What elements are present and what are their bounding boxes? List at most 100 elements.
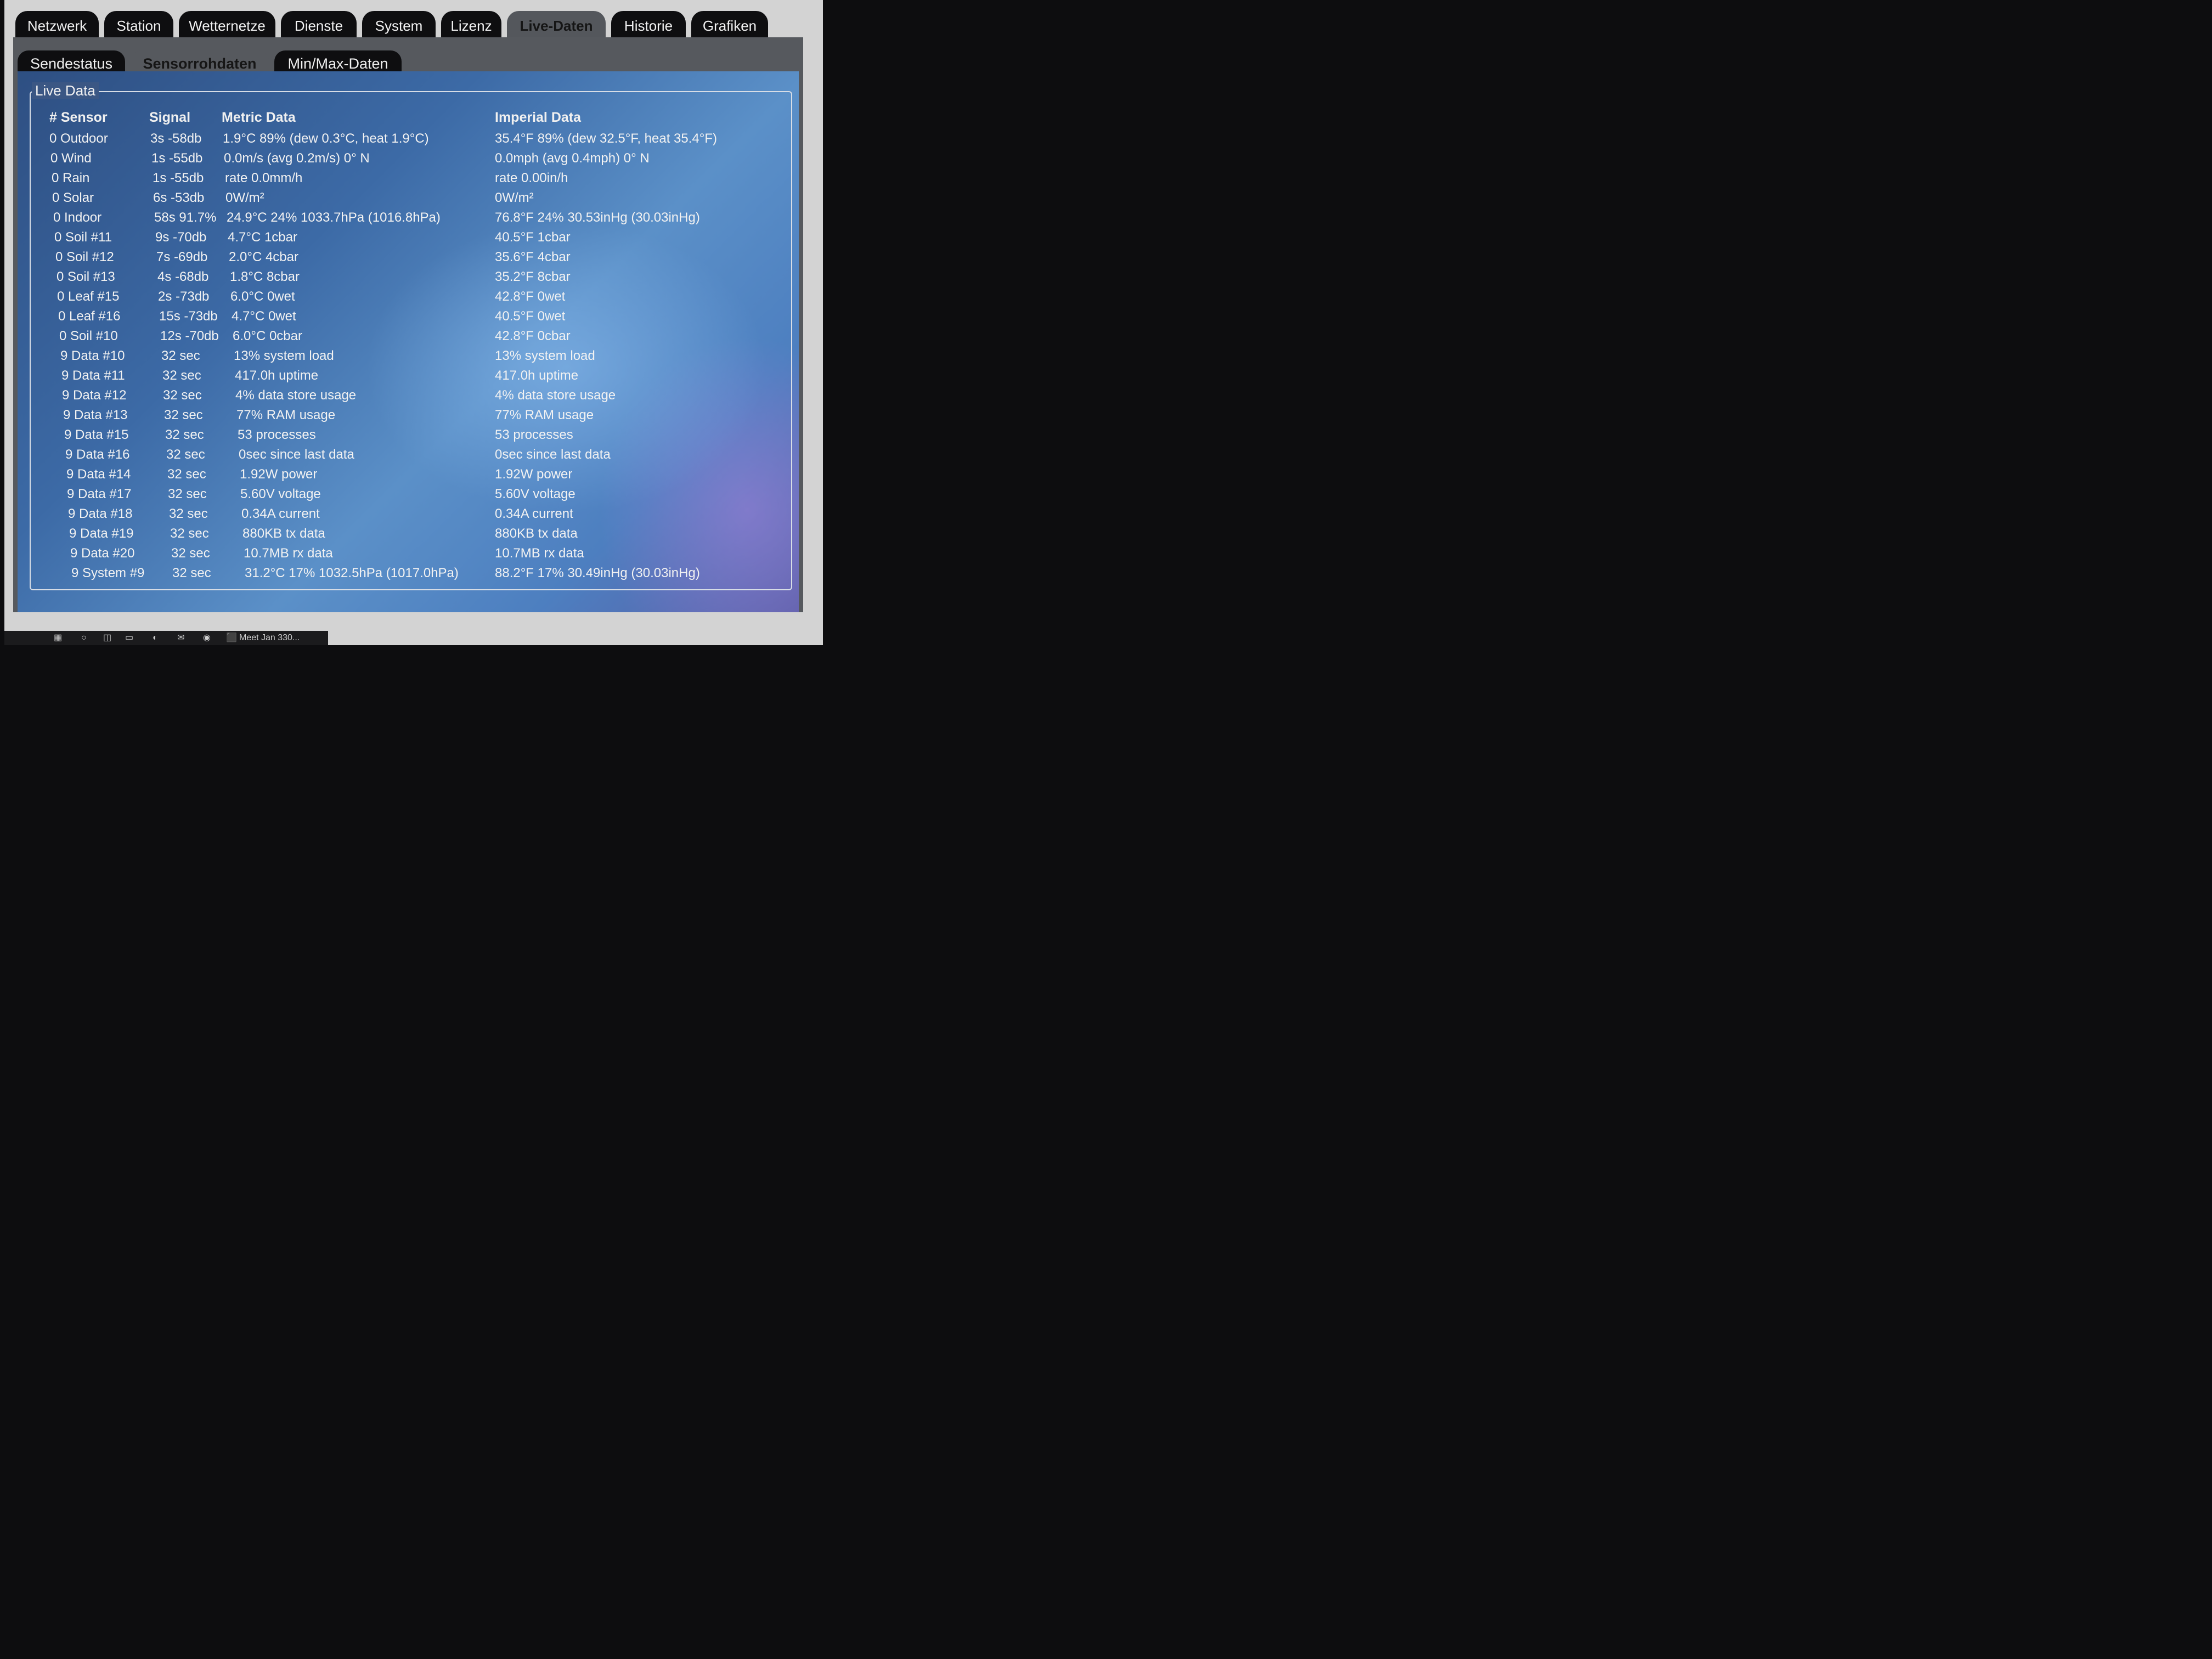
signal-cell: 32 sec: [171, 546, 210, 561]
imperial-cell: 417.0h uptime: [495, 368, 579, 383]
imperial-cell: 88.2°F 17% 30.49inHg (30.03inHg): [495, 566, 700, 580]
tab-netzwerk[interactable]: Netzwerk: [15, 11, 99, 38]
metric-cell: 24.9°C 24% 1033.7hPa (1016.8hPa): [227, 210, 441, 225]
signal-cell: 32 sec: [166, 447, 205, 462]
metric-cell: 0.34A current: [241, 506, 320, 521]
sensor-cell: 9 Data #13: [63, 408, 128, 422]
signal-cell: 1s -55db: [151, 151, 203, 166]
meeting-icon[interactable]: ⬛: [226, 631, 237, 645]
windows-icon[interactable]: ▦: [54, 631, 62, 645]
sensor-cell: 0 Soil #12: [55, 250, 114, 264]
content-panel: Sendestatus Sensorrohdaten Min/Max-Daten L…: [13, 37, 803, 612]
table-row: 0 Soil #10 12s -70db 6.0°C 0cbar 42.8°F 0cb…: [59, 327, 783, 346]
imperial-cell: rate 0.00in/h: [495, 171, 568, 185]
imperial-cell: 35.6°F 4cbar: [495, 250, 571, 264]
header-sensor: # Sensor: [49, 110, 108, 125]
metric-cell: 0.0m/s (avg 0.2m/s) 0° N: [224, 151, 370, 166]
signal-cell: 32 sec: [163, 388, 202, 403]
taskview-icon[interactable]: ◫: [103, 631, 111, 645]
metric-cell: 4.7°C 1cbar: [228, 230, 297, 245]
table-row: 0 Solar 6s -53db 0W/m² 0W/m²: [52, 189, 776, 207]
table-row: 9 Data #11 32 sec 417.0h uptime 417.0h upti…: [61, 366, 786, 385]
metric-cell: 6.0°C 0cbar: [233, 329, 302, 343]
tab-grafiken[interactable]: Grafiken: [691, 11, 768, 38]
metric-cell: 13% system load: [234, 348, 334, 363]
signal-cell: 32 sec: [162, 368, 201, 383]
sub-tab-bar: Sendestatus Sensorrohdaten Min/Max-Daten: [13, 46, 803, 78]
sensor-cell: 0 Soil #10: [59, 329, 118, 343]
sensor-cell: 0 Wind: [50, 151, 92, 166]
sensor-cell: 0 Solar: [52, 190, 94, 205]
explorer-icon[interactable]: ▭: [125, 631, 133, 645]
table-row: 9 Data #18 32 sec 0.34A current 0.34A curre…: [68, 505, 792, 523]
header-metric: Metric Data: [222, 110, 296, 125]
imperial-cell: 40.5°F 0wet: [495, 309, 566, 324]
table-row: 9 Data #16 32 sec 0sec since last data 0sec…: [65, 445, 789, 464]
sensor-cell: 9 Data #16: [65, 447, 130, 462]
header-imperial: Imperial Data: [495, 110, 582, 125]
signal-cell: 58s 91.7%: [154, 210, 217, 225]
sensor-cell: 9 Data #11: [61, 368, 125, 383]
metric-cell: 77% RAM usage: [236, 408, 336, 422]
tab-historie[interactable]: Historie: [611, 11, 686, 38]
table-row: 9 Data #17 32 sec 5.60V voltage 5.60V volta…: [67, 485, 791, 504]
sensor-cell: 0 Leaf #16: [58, 309, 121, 324]
sensor-cell: 0 Leaf #15: [57, 289, 120, 304]
metric-cell: 4.7°C 0wet: [232, 309, 296, 324]
table-row: 0 Soil #11 9s -70db 4.7°C 1cbar 40.5°F 1cba…: [54, 228, 778, 247]
browser-icon[interactable]: ◐: [153, 631, 158, 645]
table-row: 0 Soil #13 4s -68db 1.8°C 8cbar 35.2°F 8cba…: [57, 268, 781, 286]
tab-wetternetze[interactable]: Wetternetze: [179, 11, 275, 38]
sensor-cell: 9 Data #18: [68, 506, 133, 521]
sensor-cell: 9 Data #10: [60, 348, 125, 363]
sensor-cell: 9 System #9: [71, 566, 145, 580]
tab-live-daten[interactable]: Live-Daten: [507, 11, 606, 38]
tab-dienste[interactable]: Dienste: [281, 11, 357, 38]
mail-icon[interactable]: ✉: [177, 631, 184, 645]
metric-cell: rate 0.0mm/h: [225, 171, 303, 185]
tab-lizenz[interactable]: Lizenz: [441, 11, 501, 38]
imperial-cell: 77% RAM usage: [495, 408, 594, 422]
chrome-icon[interactable]: ◉: [203, 631, 211, 645]
tab-station[interactable]: Station: [104, 11, 173, 38]
sensor-cell: 0 Soil #13: [57, 269, 115, 284]
taskbar-item-label[interactable]: Meet Jan 330...: [239, 631, 300, 645]
signal-cell: 32 sec: [168, 487, 207, 501]
signal-cell: 32 sec: [169, 506, 208, 521]
browser-page: Netzwerk Station Wetternetze Dienste System L…: [4, 0, 823, 645]
table-row: 9 Data #15 32 sec 53 processes 53 processes: [64, 426, 788, 444]
imperial-cell: 35.4°F 89% (dew 32.5°F, heat 35.4°F): [495, 131, 718, 146]
table-row: 0 Indoor 58s 91.7% 24.9°C 24% 1033.7hPa (1…: [53, 208, 777, 227]
signal-cell: 12s -70db: [160, 329, 219, 343]
table-row: 0 Soil #12 7s -69db 2.0°C 4cbar 35.6°F 4cba…: [55, 248, 780, 267]
signal-cell: 32 sec: [172, 566, 211, 580]
imperial-cell: 10.7MB rx data: [495, 546, 584, 561]
header-signal: Signal: [149, 110, 191, 125]
search-icon[interactable]: ○: [81, 631, 87, 645]
table-row: 9 Data #13 32 sec 77% RAM usage 77% RAM usa…: [63, 406, 787, 425]
imperial-cell: 35.2°F 8cbar: [495, 269, 571, 284]
signal-cell: 15s -73db: [159, 309, 218, 324]
sensor-cell: 9 Data #20: [70, 546, 135, 561]
table-row: 0 Leaf #15 2s -73db 6.0°C 0wet 42.8°F 0wet: [57, 287, 781, 306]
signal-cell: 32 sec: [165, 427, 204, 442]
signal-cell: 1s -55db: [153, 171, 204, 185]
sensor-cell: 0 Indoor: [53, 210, 102, 225]
metric-cell: 10.7MB rx data: [244, 546, 333, 561]
table-row: 0 Wind 1s -55db 0.0m/s (avg 0.2m/s) 0° N 0.…: [50, 149, 775, 168]
signal-cell: 32 sec: [167, 467, 206, 482]
imperial-cell: 1.92W power: [495, 467, 573, 482]
metric-cell: 0W/m²: [225, 190, 264, 205]
imperial-cell: 53 processes: [495, 427, 573, 442]
table-row: 9 Data #14 32 sec 1.92W power 1.92W power: [66, 465, 791, 484]
imperial-cell: 0sec since last data: [495, 447, 611, 462]
metric-cell: 1.9°C 89% (dew 0.3°C, heat 1.9°C): [223, 131, 429, 146]
sensor-cell: 0 Soil #11: [54, 230, 112, 245]
tab-system[interactable]: System: [362, 11, 436, 38]
signal-cell: 7s -69db: [156, 250, 208, 264]
table-row: 9 Data #10 32 sec 13% system load 13% syste…: [60, 347, 785, 365]
metric-cell: 1.92W power: [240, 467, 318, 482]
metric-cell: 2.0°C 4cbar: [229, 250, 298, 264]
imperial-cell: 880KB tx data: [495, 526, 578, 541]
signal-cell: 2s -73db: [158, 289, 210, 304]
